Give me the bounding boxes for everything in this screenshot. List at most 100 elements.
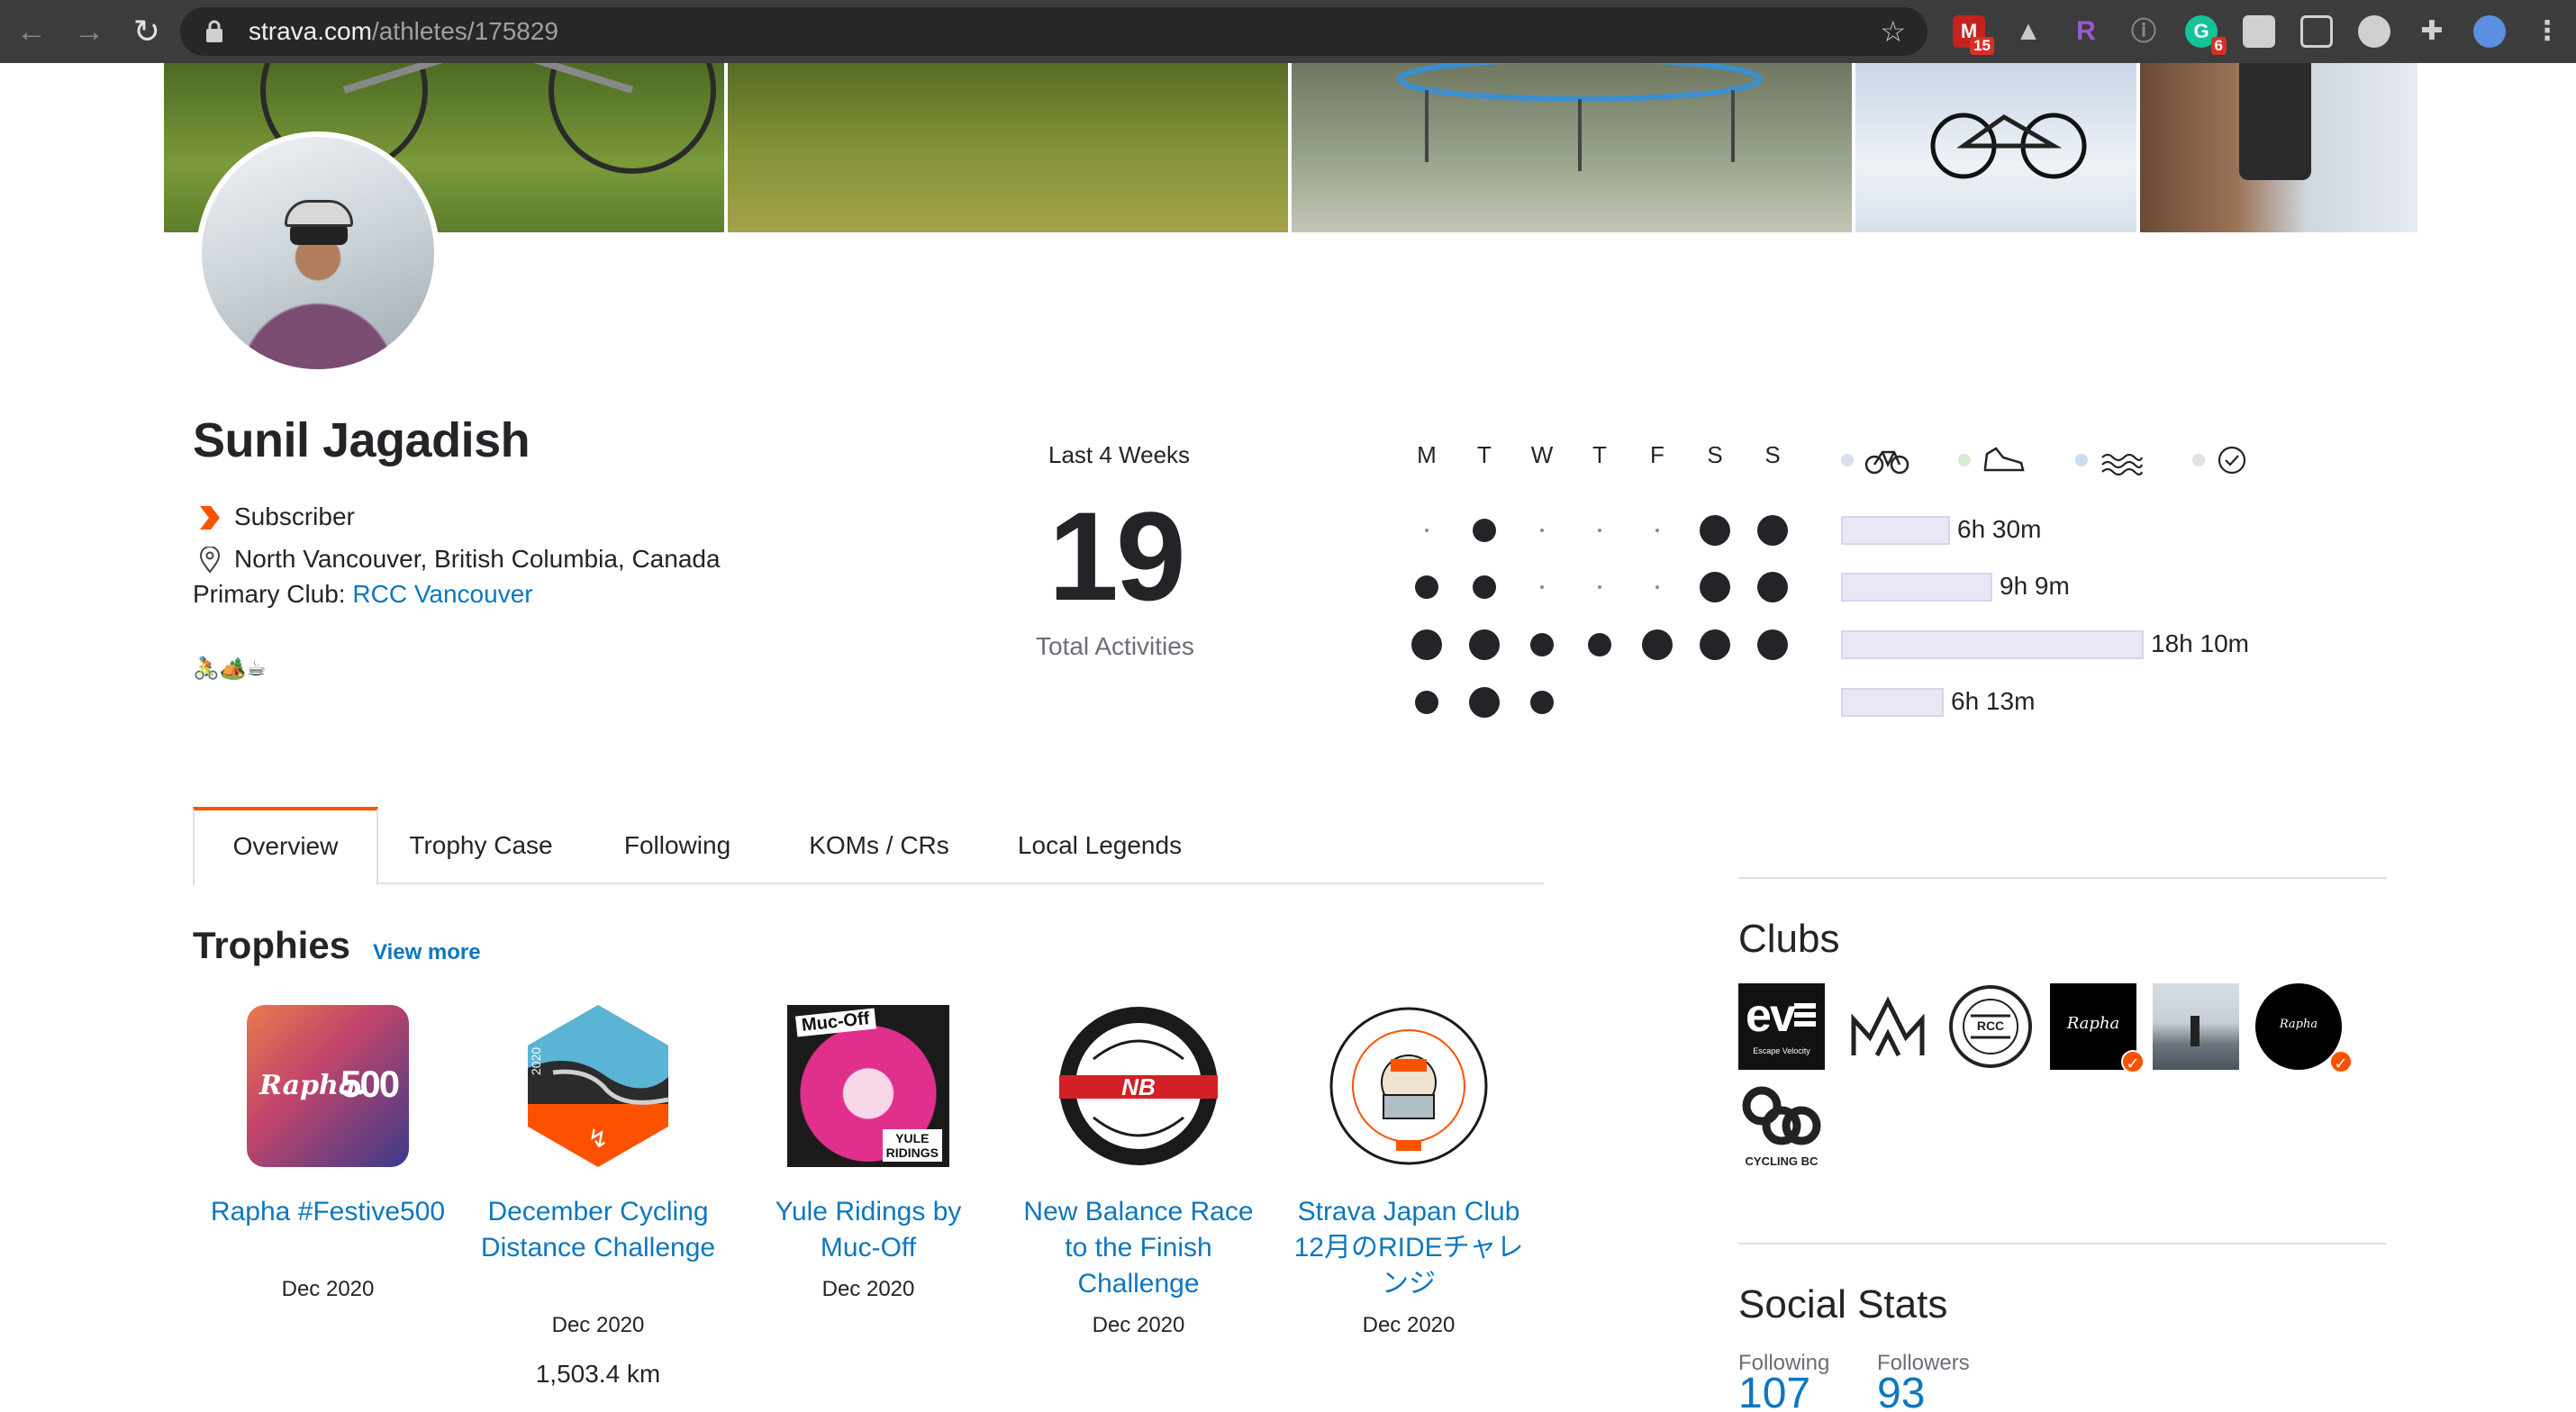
weekday-label: T (1592, 441, 1607, 468)
trophy-name[interactable]: Strava Japan Club 12月のRIDEチャレンジ (1283, 1194, 1535, 1302)
tab-following[interactable]: Following (598, 807, 757, 884)
ev-logo-subtext: Escape Velocity (1753, 1046, 1810, 1055)
bike-key-dot (1841, 454, 1854, 466)
athlete-name: Sunil Jagadish (193, 413, 531, 467)
primary-club-label: Primary Club: (193, 580, 346, 608)
location-text: North Vancouver, British Columbia, Canad… (234, 545, 721, 573)
cover-photo-bottle[interactable] (2140, 63, 2417, 232)
cover-photo-lawn[interactable] (728, 63, 1288, 232)
weekly-duration-bar[interactable] (1841, 573, 1992, 602)
cover-photo-bike-snow[interactable] (1855, 63, 2136, 232)
primary-club-link[interactable]: RCC Vancouver (352, 580, 532, 608)
activity-dot[interactable] (1757, 629, 1788, 660)
screenshot-extension-icon[interactable] (2243, 15, 2275, 48)
trophy-name[interactable]: December Cycling Distance Challenge (472, 1194, 724, 1266)
activity-dot (1598, 529, 1601, 532)
location-pin-icon (199, 547, 221, 574)
reload-button[interactable]: ↻ (128, 13, 166, 50)
primary-club-row: Primary Club: RCC Vancouver (193, 580, 533, 609)
athlete-avatar[interactable] (196, 131, 440, 375)
trophies-view-more-link[interactable]: View more (373, 940, 481, 965)
activity-dot[interactable] (1588, 633, 1611, 656)
club-mountain[interactable] (1845, 983, 1931, 1070)
activity-dot[interactable] (1415, 575, 1438, 599)
weekly-duration-label: 6h 30m (1957, 515, 2042, 543)
activity-dot (1540, 529, 1544, 532)
activity-dot (1540, 585, 1544, 589)
bike-icon (1864, 450, 1909, 475)
weekly-duration-bar[interactable] (1841, 516, 1950, 545)
swim-icon (2101, 453, 2144, 475)
trophy-date: Dec 2020 (281, 1277, 375, 1301)
extensions-puzzle-icon[interactable]: ✚ (2416, 15, 2448, 48)
club-cycling-bc[interactable]: CYCLING BC (1738, 1084, 1825, 1171)
clubs-heading: Clubs (1738, 917, 1840, 961)
sidebar-divider (1738, 877, 2387, 879)
gmail-extension-icon[interactable]: M 15 (1953, 15, 1994, 55)
activity-dot[interactable] (1415, 691, 1438, 714)
followers-count[interactable]: 93 (1877, 1369, 1925, 1412)
check-icon (2218, 446, 2246, 475)
activity-dot (1655, 585, 1659, 589)
svg-text:↯: ↯ (587, 1124, 608, 1154)
trophy-date: Dec 2020 (1092, 1313, 1185, 1337)
r-extension-icon[interactable]: R (2070, 15, 2102, 48)
activity-dot[interactable] (1700, 629, 1730, 660)
address-bar[interactable]: strava.com/athletes/175829 ☆ (180, 7, 1927, 56)
total-activities-label: Total Activities (1036, 632, 1194, 660)
profile-emojis: 🚴🏕️☕ (193, 656, 267, 681)
activity-dot[interactable] (1642, 629, 1673, 660)
club-photo[interactable] (2153, 983, 2239, 1070)
chat-extension-icon[interactable] (2358, 15, 2390, 48)
weekly-duration-bar[interactable] (1841, 688, 1944, 717)
grammarly-extension-icon[interactable]: G6 (2185, 15, 2227, 55)
trophy-date: Dec 2020 (821, 1277, 915, 1301)
profile-avatar-icon[interactable] (2473, 15, 2506, 48)
club-escape-velocity[interactable]: ev Escape Velocity (1738, 983, 1825, 1070)
menu-dots-icon[interactable]: ⋮ (2531, 15, 2563, 48)
club-rapha-cycling-club[interactable]: Rapha (2255, 983, 2342, 1070)
activity-dot[interactable] (1469, 629, 1500, 660)
weekday-label: F (1650, 441, 1664, 468)
back-button[interactable]: ← (13, 13, 50, 50)
new-balance-badge: NB (1059, 1007, 1218, 1165)
trophy-date: Dec 2020 (551, 1313, 645, 1337)
svg-text:2020: 2020 (529, 1047, 543, 1075)
trophy-name[interactable]: New Balance Race to the Finish Challenge (1012, 1194, 1265, 1302)
december-cycling-badge: 2020 ↯ (528, 1005, 669, 1167)
activity-dot[interactable] (1530, 633, 1554, 656)
tab-overview[interactable]: Overview (193, 807, 378, 886)
last-4-weeks-label: Last 4 Weeks (1048, 441, 1191, 468)
weekly-duration-bar[interactable] (1841, 630, 2144, 659)
activity-dot[interactable] (1757, 515, 1788, 546)
trophy-name[interactable]: Yule Ridings by Muc-Off (742, 1194, 994, 1266)
glasses-extension-icon[interactable] (2300, 15, 2333, 48)
shoe-icon (1983, 447, 2025, 472)
following-count[interactable]: 107 (1738, 1369, 1810, 1412)
tab-koms-crs[interactable]: KOMs / CRs (794, 807, 964, 884)
activity-dot[interactable] (1469, 687, 1500, 718)
club-rcc[interactable]: RCC (1947, 983, 2034, 1070)
activity-dot[interactable] (1473, 519, 1496, 542)
activity-dot[interactable] (1700, 515, 1730, 546)
cover-photo-trampoline[interactable] (1292, 63, 1852, 232)
trophy-date: Dec 2020 (1362, 1313, 1456, 1337)
strava-japan-club-badge (1329, 1007, 1488, 1165)
activity-dot[interactable] (1411, 629, 1442, 660)
weekly-duration-label: 9h 9m (2000, 572, 2070, 600)
tab-local-legends[interactable]: Local Legends (1003, 807, 1196, 884)
activity-dot[interactable] (1530, 691, 1554, 714)
tab-trophy-case[interactable]: Trophy Case (391, 807, 571, 884)
run-key-dot (1958, 454, 1971, 466)
info-extension-icon[interactable]: ⓘ (2127, 15, 2160, 48)
bookmark-star-icon[interactable]: ☆ (1880, 16, 1906, 47)
activity-dot[interactable] (1700, 572, 1730, 602)
drive-extension-icon[interactable]: ▲ (2012, 15, 2045, 48)
forward-button[interactable]: → (70, 13, 108, 50)
url-text: strava.com/athletes/175829 (249, 17, 558, 45)
yule-ridings-badge: Muc-Off YULE RIDINGS (787, 1005, 949, 1167)
activity-dot[interactable] (1757, 572, 1788, 602)
activity-dot[interactable] (1473, 575, 1496, 599)
activity-dot (1598, 585, 1601, 589)
trophy-name[interactable]: Rapha #Festive500 (202, 1194, 454, 1230)
